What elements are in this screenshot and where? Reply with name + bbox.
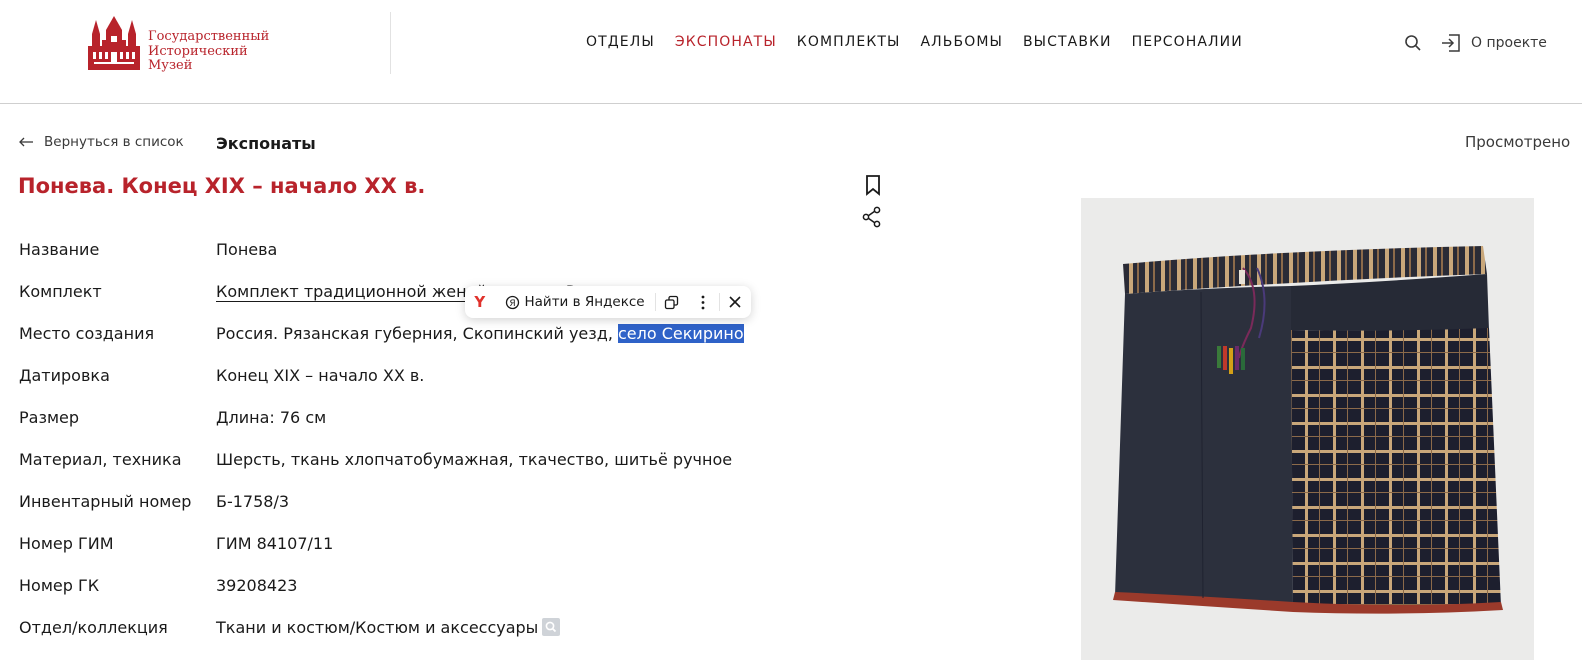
section-title: Экспонаты — [216, 134, 316, 153]
site-header: Государственный Исторический Музей ОТДЕЛ… — [0, 0, 1582, 104]
property-label: Размер — [19, 408, 80, 427]
property-label: Материал, техника — [19, 450, 182, 469]
property-row-dating: Датировка Конец XIX – начало XX в. — [18, 354, 878, 385]
museum-name-line-1: Государственный — [148, 29, 270, 44]
property-row-name: Название Понева — [18, 228, 878, 259]
about-project-link[interactable]: О проекте — [1440, 32, 1547, 54]
place-text: Россия. Рязанская губерния, Скопинский у… — [216, 324, 618, 343]
museum-building-icon — [88, 16, 140, 70]
collection-text: Ткани и костюм/Костюм и аксессуары — [216, 618, 539, 637]
property-label: Номер ГИМ — [19, 534, 114, 553]
search-icon — [1405, 35, 1421, 51]
property-label: Датировка — [19, 366, 110, 385]
property-label: Отдел/коллекция — [19, 618, 168, 637]
property-value: Ткани и костюм/Костюм и аксессуары — [216, 618, 561, 637]
find-in-yandex-button[interactable]: Я Найти в Яндексе — [495, 294, 655, 310]
property-label: Инвентарный номер — [19, 492, 192, 511]
close-icon — [729, 296, 741, 308]
back-to-list-link[interactable]: Вернуться в список — [18, 134, 184, 150]
copy-icon — [664, 295, 678, 309]
property-value: Понева — [216, 240, 278, 259]
property-value: Конец XIX – начало XX в. — [216, 366, 425, 385]
museum-name-line-3: Музей — [148, 58, 193, 73]
property-label: Место создания — [19, 324, 155, 343]
page-title: Понева. Конец XIX – начало XX в. — [18, 174, 426, 198]
yandex-search-icon: Я — [505, 295, 519, 309]
share-button[interactable] — [861, 206, 883, 228]
property-value: Длина: 76 см — [216, 408, 327, 427]
property-value: 39208423 — [216, 576, 298, 595]
bookmark-button[interactable] — [864, 174, 882, 196]
more-icon — [701, 295, 705, 309]
property-row-inventory: Инвентарный номер Б-1758/3 — [18, 480, 878, 511]
property-label: Название — [19, 240, 100, 259]
nav-item-exhibitions[interactable]: ВЫСТАВКИ — [1023, 34, 1112, 50]
property-row-collection: Отдел/коллекция Ткани и костюм/Костюм и … — [18, 606, 878, 637]
nav-item-albums[interactable]: АЛЬБОМЫ — [920, 34, 1002, 50]
museum-logo[interactable]: Государственный Исторический Музей — [84, 14, 284, 74]
set-link-text: Комплект традиционной жен — [216, 282, 467, 301]
property-value: Шерсть, ткань хлопчатобумажная, ткачеств… — [216, 450, 733, 469]
nav-item-exhibits[interactable]: ЭКСПОНАТЫ — [675, 34, 777, 50]
nav-item-sets[interactable]: КОМПЛЕКТЫ — [797, 34, 901, 50]
main-nav: ОТДЕЛЫ ЭКСПОНАТЫ КОМПЛЕКТЫ АЛЬБОМЫ ВЫСТА… — [586, 34, 1243, 50]
more-button[interactable] — [687, 286, 718, 318]
property-label: Комплект — [19, 282, 102, 301]
property-row-size: Размер Длина: 76 см — [18, 396, 878, 427]
close-popup-button[interactable] — [720, 286, 751, 318]
copy-button[interactable] — [656, 286, 687, 318]
property-value: Б-1758/3 — [216, 492, 290, 511]
share-icon — [862, 206, 881, 228]
museum-name: Государственный Исторический Музей — [148, 29, 270, 74]
selected-text[interactable]: село Секирино — [618, 324, 744, 343]
yandex-browser-icon[interactable]: Y — [465, 293, 495, 311]
bookmark-icon — [866, 175, 880, 196]
back-to-list-label: Вернуться в список — [44, 134, 184, 150]
skirt-image — [1113, 246, 1503, 614]
property-row-gk-number: Номер ГК 39208423 — [18, 564, 878, 595]
property-row-gim-number: Номер ГИМ ГИМ 84107/11 — [18, 522, 878, 553]
property-label: Номер ГК — [19, 576, 100, 595]
arrow-left-icon — [19, 137, 33, 147]
exhibit-photo[interactable] — [1081, 198, 1534, 660]
nav-item-persons[interactable]: ПЕРСОНАЛИИ — [1132, 34, 1243, 50]
search-button[interactable] — [1404, 34, 1422, 52]
yandex-selection-popup: Y Я Найти в Яндексе — [465, 286, 751, 318]
header-divider — [390, 12, 391, 74]
property-value: ГИМ 84107/11 — [216, 534, 334, 553]
about-project-label: О проекте — [1471, 35, 1547, 51]
viewed-label[interactable]: Просмотрено — [1465, 133, 1570, 151]
svg-text:Я: Я — [509, 298, 515, 308]
login-icon — [1442, 34, 1460, 52]
property-value[interactable]: Россия. Рязанская губерния, Скопинский у… — [216, 324, 744, 343]
magnifier-icon[interactable] — [542, 618, 561, 636]
nav-item-departments[interactable]: ОТДЕЛЫ — [586, 34, 655, 50]
find-in-yandex-label: Найти в Яндексе — [524, 294, 645, 310]
museum-name-line-2: Исторический — [148, 43, 248, 59]
property-row-material: Материал, техника Шерсть, ткань хлопчато… — [18, 438, 878, 469]
